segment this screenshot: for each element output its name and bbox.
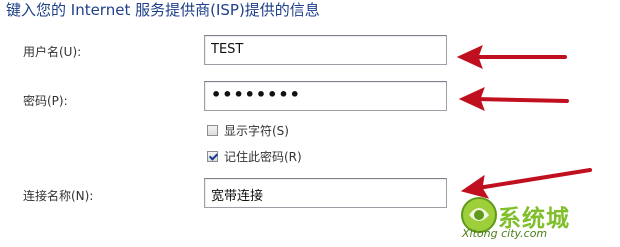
- watermark-url: Xitong city.com: [462, 227, 548, 240]
- arrow-password-icon: [458, 87, 569, 111]
- arrow-username-icon: [456, 45, 567, 69]
